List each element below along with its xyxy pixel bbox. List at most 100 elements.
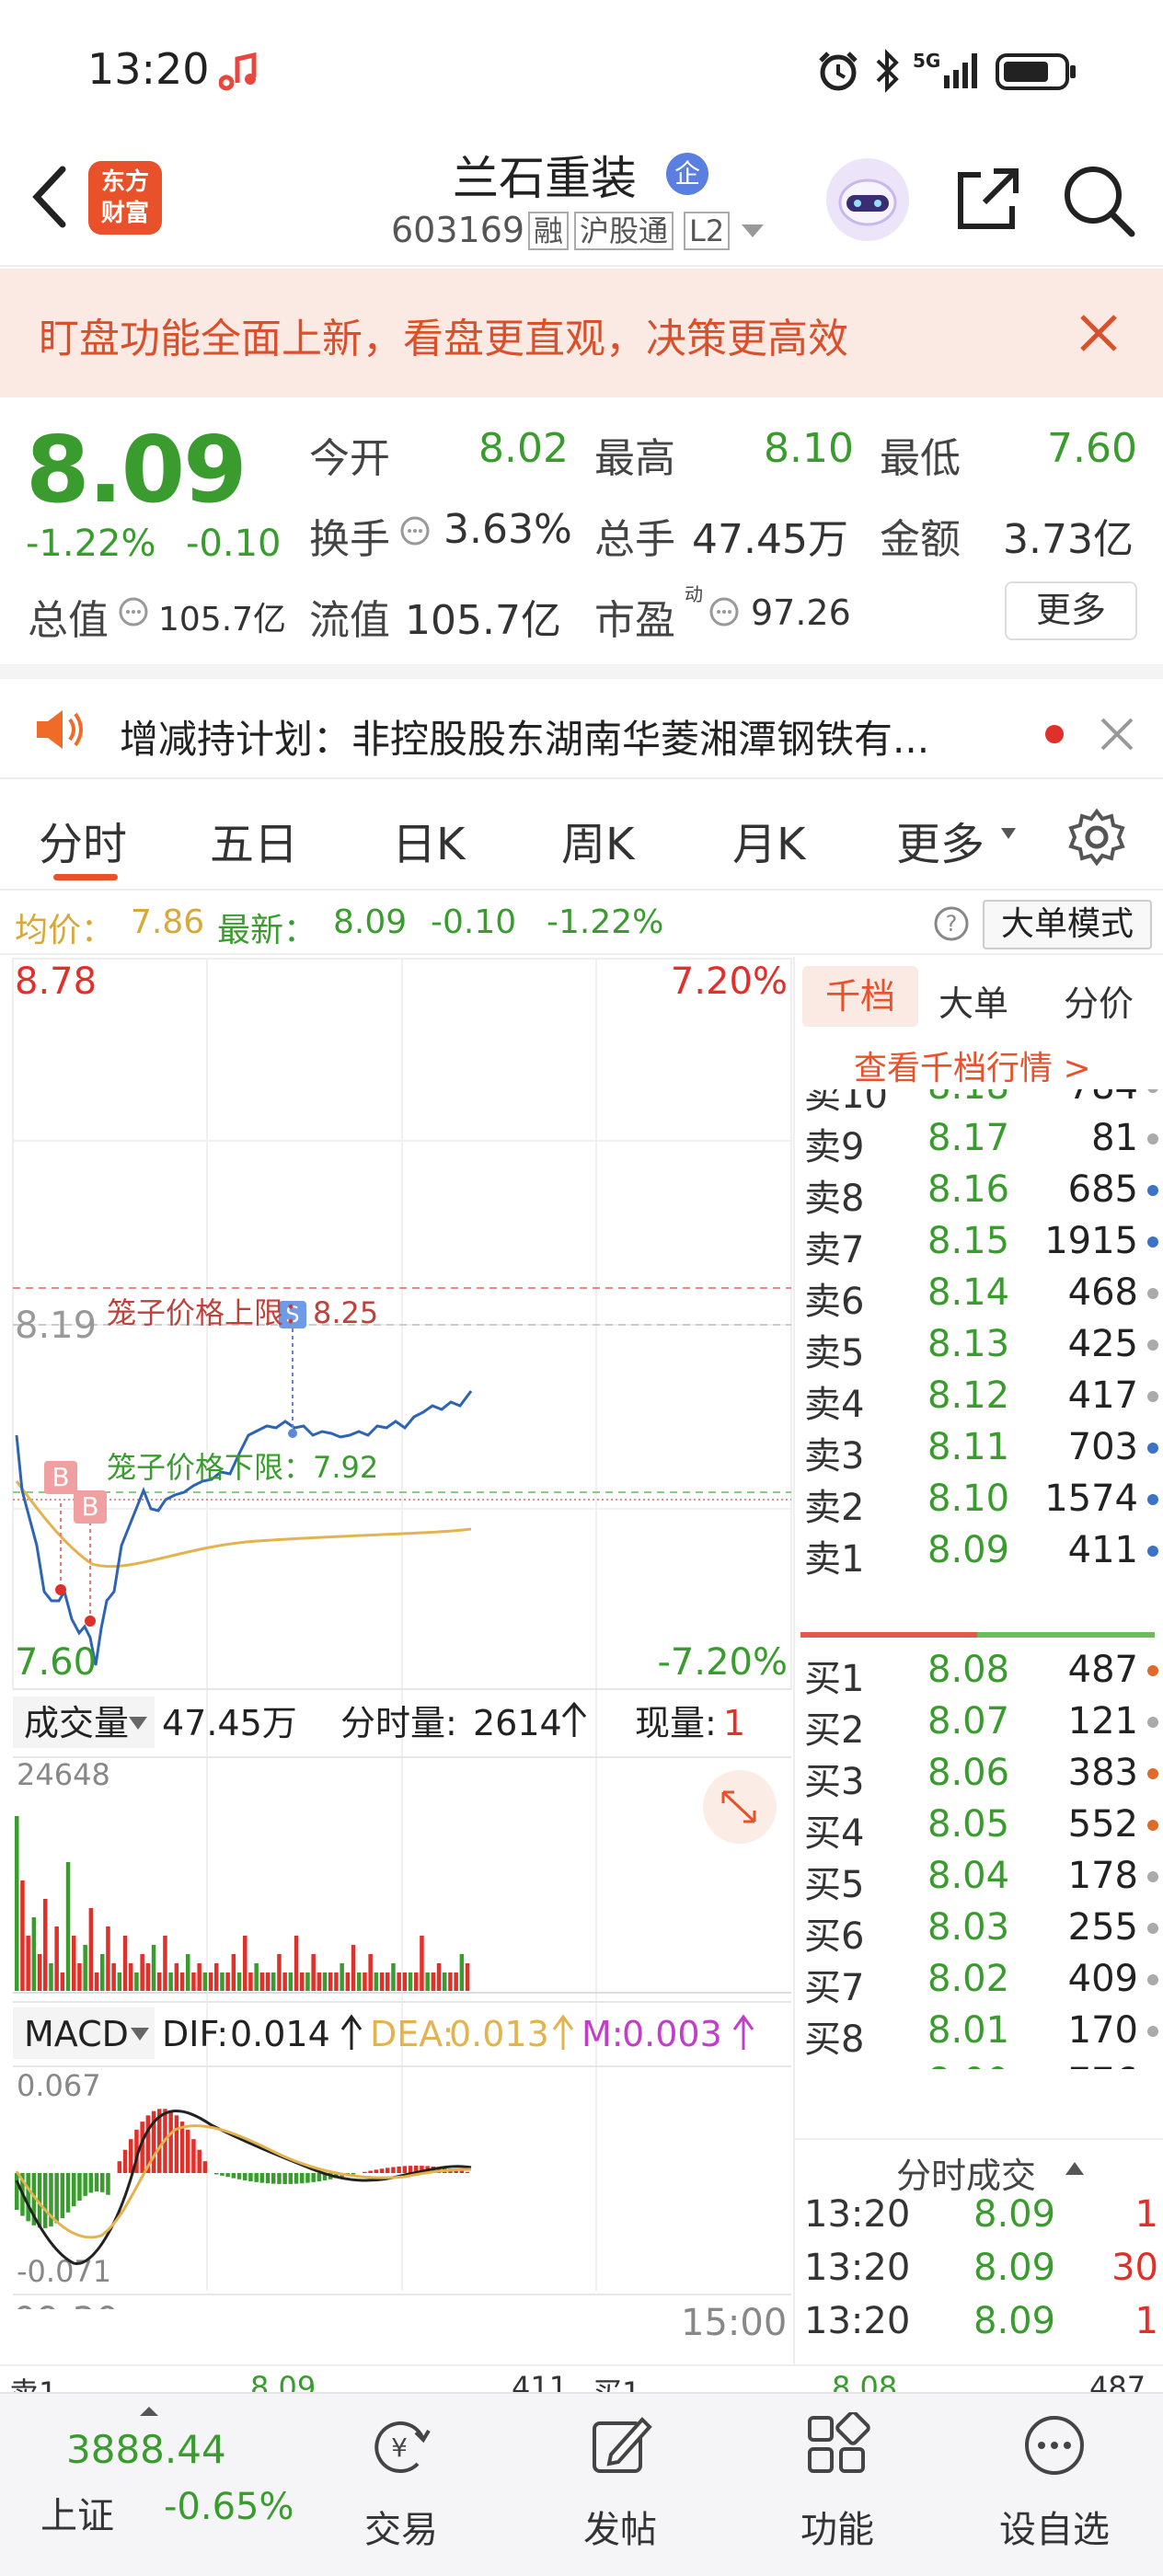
big-order-mode-button[interactable]: 大单模式 (983, 900, 1152, 949)
tab-thousand-level[interactable]: 千档 (802, 966, 918, 1027)
more-button[interactable]: 更多 (1005, 581, 1137, 640)
m-label: M: (582, 2014, 624, 2054)
ask-row[interactable]: 卖4 8.12 417 (804, 1371, 1158, 1426)
nav-add-watchlist[interactable]: 设自选 (981, 2394, 1128, 2576)
trade-icon: ¥ (374, 2421, 431, 2473)
share-icon[interactable] (951, 162, 1025, 236)
volume-bar (351, 1945, 356, 1991)
volume-bar (425, 1972, 430, 1991)
bid-price: 8.07 (927, 1700, 1010, 1742)
macd-bar (265, 2173, 271, 2184)
bid-row[interactable]: 买6 8.03 255 (804, 1903, 1158, 1958)
price-grid (12, 958, 792, 2291)
ask-label: 卖3 (804, 1435, 865, 1478)
ask-row[interactable]: 卖1 8.09 411 (804, 1525, 1158, 1581)
y-axis-top: 8.78 (15, 960, 97, 1003)
dropdown-icon[interactable] (740, 223, 766, 241)
current-volume-value: 1 (723, 1703, 745, 1743)
info-icon[interactable] (399, 515, 431, 546)
source-dot (1147, 2026, 1158, 2037)
tick-vol: 1 (1134, 2193, 1158, 2236)
source-dot (1147, 1974, 1158, 1985)
ask-row[interactable]: 卖3 8.11 703 (804, 1422, 1158, 1478)
ask-row[interactable]: 卖8 8.16 685 (804, 1165, 1158, 1220)
macd-bar (179, 2122, 185, 2173)
macd-select[interactable]: MACD (13, 2007, 155, 2059)
tab-five-day[interactable]: 五日 (210, 808, 298, 872)
macd-bar (174, 2115, 179, 2173)
sell-point (288, 1429, 297, 1438)
up-arrow-icon (561, 1701, 587, 1737)
help-icon[interactable]: ? (933, 905, 970, 942)
search-icon[interactable] (1060, 162, 1137, 239)
bid-price: 8.00 (927, 2061, 1009, 2069)
ask-row[interactable]: 卖2 8.10 1574 (804, 1474, 1158, 1529)
low-value: 7.60 (1047, 425, 1137, 472)
notice-bar[interactable]: 增减持计划：非控股股东湖南华菱湘潭钢铁有... (0, 664, 1163, 779)
ask-label: 卖7 (804, 1229, 865, 1271)
close-icon[interactable] (1099, 716, 1135, 753)
nav-functions[interactable]: 功能 (764, 2394, 911, 2576)
bid-row[interactable]: 买4 8.05 552 (804, 1800, 1158, 1855)
turnover-label: 换手 (309, 516, 390, 563)
bid-row[interactable]: 买1 8.08 487 (804, 1645, 1158, 1700)
ratio-bar-ask (977, 1632, 1155, 1638)
volume-bar (49, 1963, 53, 1991)
pe-value: 97.26 (751, 592, 851, 633)
buy-marker[interactable]: B (44, 1461, 77, 1494)
tab-big-order[interactable]: 大单 (938, 975, 1008, 1026)
macd-bar (379, 2168, 385, 2173)
ask-row[interactable]: 卖108.18784 (804, 1089, 1158, 1117)
back-icon[interactable] (26, 164, 72, 228)
tab-more[interactable]: 更多 (896, 808, 985, 872)
info-icon[interactable] (118, 596, 149, 627)
bid-label: 买3 (804, 1761, 865, 1803)
assistant-avatar[interactable] (826, 158, 909, 241)
tick-vol: 1 (1134, 2300, 1158, 2342)
bid-row[interactable]: 买5 8.04 178 (804, 1851, 1158, 1906)
battery-icon (996, 53, 1076, 90)
close-icon[interactable] (1077, 311, 1121, 355)
mktcap-label: 总值 (28, 597, 109, 644)
source-dot (1147, 1133, 1158, 1144)
tab-weekly-k[interactable]: 周K (561, 808, 634, 872)
ask-price: 8.12 (927, 1374, 1010, 1417)
buy-marker[interactable]: B (74, 1490, 107, 1524)
intraday-chart[interactable]: S B B 8.78 8.19 7.60 7.20% -7.20% 笼子价格上限… (0, 957, 793, 2309)
macd-bar (402, 2166, 408, 2173)
ask-row[interactable]: 卖9 8.17 81 (804, 1113, 1158, 1168)
index-ticker[interactable]: 3888.44 上证 -0.65% (0, 2394, 304, 2576)
strip-sell-label: 卖1 (9, 2370, 57, 2392)
ask-row[interactable]: 卖7 8.15 1915 (804, 1216, 1158, 1271)
edit-icon (593, 2417, 652, 2473)
settings-icon[interactable] (1067, 808, 1126, 867)
volume-bar (277, 1954, 282, 1991)
macd-bar (317, 2173, 322, 2181)
bid-row[interactable]: 买7 8.02 409 (804, 1954, 1158, 2009)
nav-post[interactable]: 发帖 (547, 2394, 694, 2576)
bid-row[interactable]: 买3 8.06 383 (804, 1748, 1158, 1803)
volume-bar (282, 1972, 287, 1991)
tab-monthly-k[interactable]: 月K (732, 808, 805, 872)
nav-trade[interactable]: ¥ 交易 (328, 2394, 475, 2576)
promo-banner[interactable]: 盯盘功能全面上新，看盘更直观，决策更高效 (0, 269, 1163, 397)
ask-row[interactable]: 卖6 8.14 468 (804, 1268, 1158, 1323)
orderbook-panel: 千档 大单 分价 查看千档行情 > 卖108.18784卖98.1781卖88.… (793, 957, 1163, 2364)
volume-select[interactable]: 成交量 (13, 1696, 155, 1748)
tab-price-dist[interactable]: 分价 (1064, 975, 1134, 1026)
expand-button[interactable] (703, 1770, 777, 1844)
bid-row[interactable]: 买8 8.01 170 (804, 2006, 1158, 2061)
volume-total: 47.45万 (162, 1703, 297, 1743)
banner-text: 盯盘功能全面上新，看盘更直观，决策更高效 (39, 316, 848, 362)
ask-row[interactable]: 卖5 8.13 425 (804, 1319, 1158, 1374)
volume-bar (391, 1963, 396, 1991)
info-icon[interactable] (708, 596, 740, 627)
tab-daily-k[interactable]: 日K (392, 808, 465, 872)
tab-intraday[interactable]: 分时 (39, 808, 127, 872)
view-more-link[interactable]: 查看千档行情 > (854, 1041, 1091, 1089)
bid-row[interactable]: 买9 8.00 776 (804, 2057, 1158, 2069)
orderbook-list[interactable]: 卖108.18784卖98.1781卖88.16685卖78.151915卖68… (795, 1089, 1163, 2069)
open-label: 今开 (309, 435, 390, 482)
bid-row[interactable]: 买2 8.07 121 (804, 1696, 1158, 1752)
time-end: 15:00 (681, 2302, 788, 2344)
